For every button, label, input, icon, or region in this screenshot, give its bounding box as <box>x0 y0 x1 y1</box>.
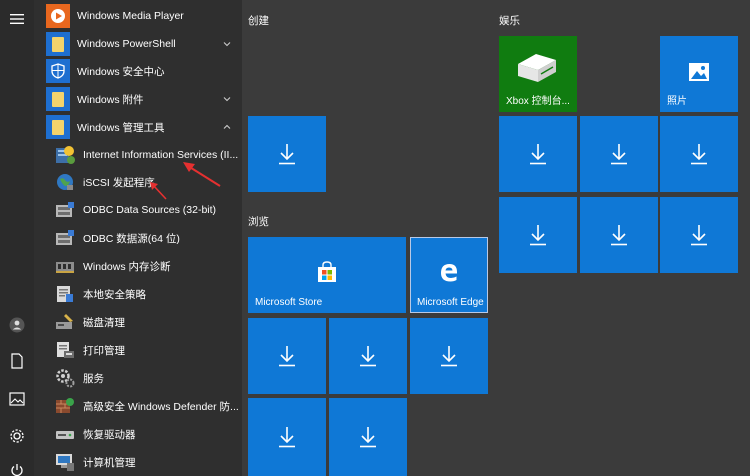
download-icon <box>360 346 376 367</box>
tile-download-placeholder[interactable] <box>660 116 738 192</box>
download-icon <box>691 225 707 246</box>
drive-icon <box>54 423 76 445</box>
folder-icon <box>46 87 70 111</box>
tile-microsoft-store[interactable]: Microsoft Store <box>248 237 406 313</box>
xbox-console-icon <box>518 54 556 82</box>
app-windows-admin-tools-folder[interactable]: Windows 管理工具 <box>46 114 242 140</box>
power-icon[interactable] <box>7 460 27 476</box>
app-computer-management[interactable]: 计算机管理 <box>46 449 242 475</box>
user-icon[interactable] <box>7 315 27 335</box>
odbc-icon <box>54 199 76 221</box>
tile-download-placeholder[interactable] <box>499 197 577 273</box>
download-icon <box>279 427 295 448</box>
app-list: Windows Media Player Windows PowerShell … <box>34 0 242 476</box>
folder-icon <box>46 32 70 56</box>
download-icon <box>279 144 295 165</box>
app-print-management[interactable]: 打印管理 <box>46 337 242 363</box>
media-player-icon <box>46 4 70 28</box>
tile-download-placeholder[interactable] <box>580 116 658 192</box>
odbc-icon <box>54 227 76 249</box>
download-icon <box>691 144 707 165</box>
gears-icon <box>54 367 76 389</box>
app-memory-diagnostic[interactable]: Windows 内存诊断 <box>46 253 242 279</box>
photos-icon <box>689 63 709 81</box>
memory-icon <box>54 255 76 277</box>
start-rail <box>0 0 34 476</box>
picture-icon[interactable] <box>7 389 27 409</box>
tile-download-placeholder[interactable] <box>248 116 326 192</box>
group-title-browse[interactable]: 浏览 <box>248 214 269 229</box>
shield-icon <box>46 59 70 83</box>
iis-icon <box>54 144 76 166</box>
app-odbc-64[interactable]: ODBC 数据源(64 位) <box>46 225 242 251</box>
download-icon <box>441 346 457 367</box>
app-odbc-32[interactable]: ODBC Data Sources (32-bit) <box>46 197 242 223</box>
group-title-create[interactable]: 创建 <box>248 13 269 28</box>
tile-download-placeholder[interactable] <box>248 318 326 394</box>
app-windows-accessories-folder[interactable]: Windows 附件 <box>46 86 242 112</box>
edge-icon <box>441 264 457 282</box>
download-icon <box>611 144 627 165</box>
chevron-down-icon <box>223 97 231 102</box>
firewall-icon <box>54 395 76 417</box>
hamburger-icon[interactable] <box>7 9 27 29</box>
group-title-entertainment[interactable]: 娱乐 <box>499 13 520 28</box>
policy-icon <box>54 283 76 305</box>
tile-xbox-console-companion[interactable]: Xbox 控制台... <box>499 36 577 112</box>
store-bag-icon <box>318 261 336 282</box>
folder-icon <box>46 115 70 139</box>
chevron-down-icon <box>223 42 231 47</box>
app-windows-powershell-folder[interactable]: Windows PowerShell <box>46 31 242 57</box>
tile-download-placeholder[interactable] <box>499 116 577 192</box>
disk-cleanup-icon <box>54 311 76 333</box>
app-windows-security-center[interactable]: Windows 安全中心 <box>46 58 242 84</box>
tile-download-placeholder[interactable] <box>329 318 407 394</box>
tile-download-placeholder[interactable] <box>410 318 488 394</box>
app-disk-cleanup[interactable]: 磁盘清理 <box>46 309 242 335</box>
tile-download-placeholder[interactable] <box>660 197 738 273</box>
download-icon <box>611 225 627 246</box>
app-defender-firewall[interactable]: 高级安全 Windows Defender 防... <box>46 393 242 419</box>
annotation-arrow-iis <box>183 162 221 187</box>
settings-icon[interactable] <box>7 426 27 446</box>
app-services[interactable]: 服务 <box>46 365 242 391</box>
document-icon[interactable] <box>7 351 27 371</box>
computer-icon <box>54 451 76 473</box>
tile-download-placeholder[interactable] <box>248 398 326 476</box>
globe-icon <box>54 171 76 193</box>
download-icon <box>530 225 546 246</box>
printer-icon <box>54 339 76 361</box>
tile-download-placeholder[interactable] <box>329 398 407 476</box>
download-icon <box>360 427 376 448</box>
download-icon <box>279 346 295 367</box>
tile-microsoft-edge[interactable]: Microsoft Edge <box>410 237 488 313</box>
tile-photos[interactable]: 照片 <box>660 36 738 112</box>
annotation-arrow-iscsi <box>150 182 167 200</box>
app-local-security-policy[interactable]: 本地安全策略 <box>46 281 242 307</box>
chevron-up-icon <box>223 124 231 129</box>
app-recovery-drive[interactable]: 恢复驱动器 <box>46 421 242 447</box>
app-windows-media-player[interactable]: Windows Media Player <box>46 3 242 29</box>
tile-download-placeholder[interactable] <box>580 197 658 273</box>
download-icon <box>530 144 546 165</box>
